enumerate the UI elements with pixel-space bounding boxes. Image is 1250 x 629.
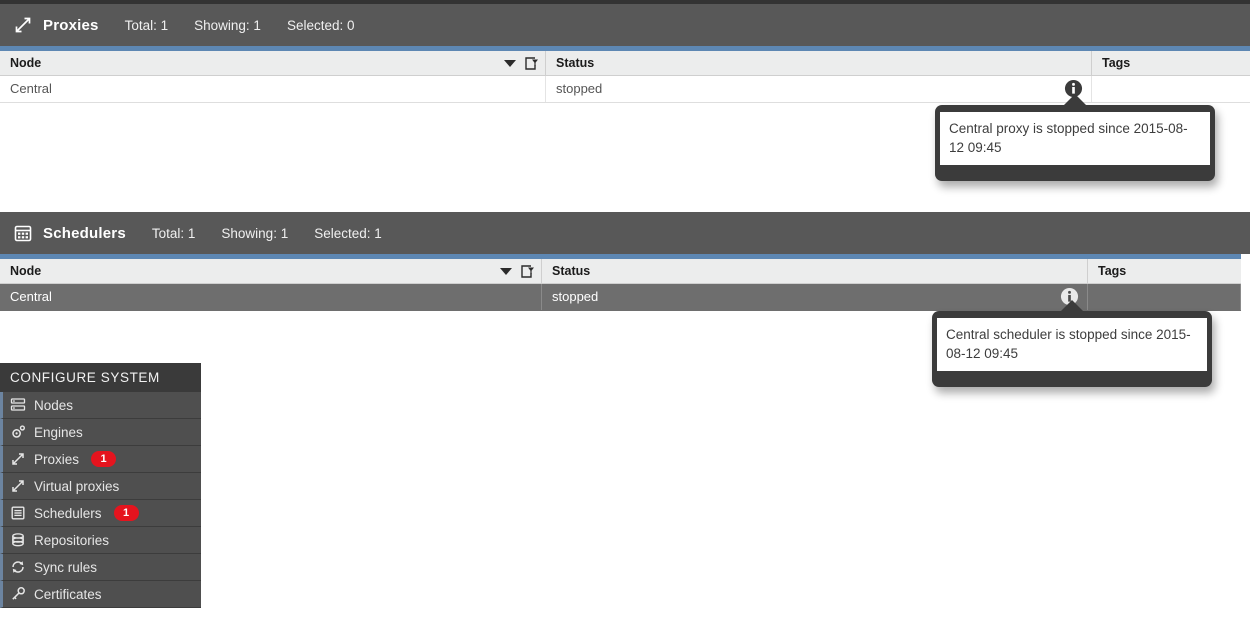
cell-tags: [1092, 76, 1250, 102]
column-header-status-label: Status: [556, 56, 595, 70]
schedulers-icon: [11, 506, 25, 520]
tooltip-text: Central scheduler is stopped since 2015-…: [937, 318, 1207, 371]
proxies-title: Proxies: [43, 16, 99, 34]
node-column-tools: [500, 259, 535, 283]
sort-descending-icon[interactable]: [504, 59, 516, 67]
tooltip-arrow: [1060, 300, 1084, 312]
proxies-table-header: Node Status Tags: [0, 51, 1250, 76]
schedulers-table-header: Node Status Tags: [0, 259, 1241, 284]
column-header-tags[interactable]: Tags: [1092, 51, 1250, 75]
sidebar-item-engines[interactable]: Engines: [0, 419, 201, 446]
repositories-icon: [12, 533, 24, 547]
table-row[interactable]: Central stopped: [0, 284, 1241, 311]
sidebar-item-label: Virtual proxies: [34, 478, 120, 494]
schedulers-total: Total: 1: [151, 225, 196, 241]
filter-icon[interactable]: [524, 56, 539, 71]
sidebar-item-nodes[interactable]: Nodes: [0, 392, 201, 419]
column-header-tags-label: Tags: [1102, 56, 1131, 70]
schedulers-tooltip: Central scheduler is stopped since 2015-…: [932, 300, 1212, 387]
sidebar-badge-proxies: 1: [91, 451, 117, 467]
sidebar-item-sync-rules[interactable]: Sync rules: [0, 554, 201, 581]
column-header-node[interactable]: Node: [0, 51, 546, 75]
cell-tags: [1088, 284, 1241, 310]
schedulers-table: Node Status Tags Central stopped: [0, 259, 1241, 311]
proxies-header: Proxies Total: 1 Showing: 1 Selected: 0: [0, 4, 1250, 46]
sidebar-item-certificates[interactable]: Certificates: [0, 581, 201, 608]
sidebar-item-label: Engines: [34, 424, 83, 440]
sidebar-item-label: Schedulers: [34, 505, 102, 521]
sidebar-title: CONFIGURE SYSTEM: [0, 363, 201, 392]
cell-node: Central: [0, 284, 542, 310]
column-header-tags[interactable]: Tags: [1088, 259, 1241, 283]
engines-icon: [12, 425, 25, 438]
filter-icon[interactable]: [520, 264, 535, 279]
schedulers-title: Schedulers: [43, 224, 126, 242]
sidebar-item-label: Proxies: [34, 451, 80, 467]
sidebar-item-label: Sync rules: [34, 559, 98, 575]
schedulers-icon: [14, 225, 32, 242]
sidebar-item-label: Certificates: [34, 586, 102, 602]
proxies-icon: [15, 17, 31, 33]
sidebar-item-schedulers[interactable]: Schedulers 1: [0, 500, 201, 527]
tooltip-arrow: [1063, 94, 1087, 106]
configure-system-sidebar: CONFIGURE SYSTEM Nodes Engines Proxies 1: [0, 363, 201, 608]
column-header-status-label: Status: [552, 264, 591, 278]
cell-node: Central: [0, 76, 546, 102]
column-header-tags-label: Tags: [1098, 264, 1127, 278]
cell-status: stopped: [542, 284, 1088, 310]
column-header-node[interactable]: Node: [0, 259, 542, 283]
column-header-node-label: Node: [10, 264, 42, 278]
proxies-tooltip: Central proxy is stopped since 2015-08-1…: [935, 94, 1215, 181]
schedulers-section: Schedulers Total: 1 Showing: 1 Selected:…: [0, 212, 1250, 311]
sidebar-item-label: Repositories: [34, 532, 110, 548]
schedulers-selected: Selected: 1: [314, 225, 382, 241]
sort-descending-icon[interactable]: [500, 267, 512, 275]
sidebar-badge-schedulers: 1: [113, 505, 139, 521]
proxies-icon: [12, 453, 24, 465]
proxies-selected: Selected: 0: [286, 17, 355, 33]
schedulers-header: Schedulers Total: 1 Showing: 1 Selected:…: [0, 212, 1250, 254]
column-header-node-label: Node: [10, 56, 42, 70]
certificates-icon: [12, 587, 25, 600]
sidebar-item-proxies[interactable]: Proxies 1: [0, 446, 201, 473]
sync-rules-icon: [12, 561, 24, 573]
column-header-status[interactable]: Status: [542, 259, 1088, 283]
sidebar-item-repositories[interactable]: Repositories: [0, 527, 201, 554]
proxies-showing: Showing: 1: [194, 17, 261, 33]
proxies-total: Total: 1: [124, 17, 169, 33]
column-header-status[interactable]: Status: [546, 51, 1092, 75]
nodes-icon: [10, 398, 26, 411]
virtual-proxies-icon: [12, 480, 24, 492]
cell-status-label: stopped: [556, 81, 603, 96]
cell-status-label: stopped: [552, 289, 599, 304]
schedulers-showing: Showing: 1: [221, 225, 289, 241]
tooltip-text: Central proxy is stopped since 2015-08-1…: [940, 112, 1210, 165]
proxies-section: Proxies Total: 1 Showing: 1 Selected: 0 …: [0, 0, 1250, 103]
sidebar-item-label: Nodes: [34, 397, 74, 413]
cell-status: stopped: [546, 76, 1092, 102]
node-column-tools: [504, 51, 539, 75]
sidebar-item-virtual-proxies[interactable]: Virtual proxies: [0, 473, 201, 500]
